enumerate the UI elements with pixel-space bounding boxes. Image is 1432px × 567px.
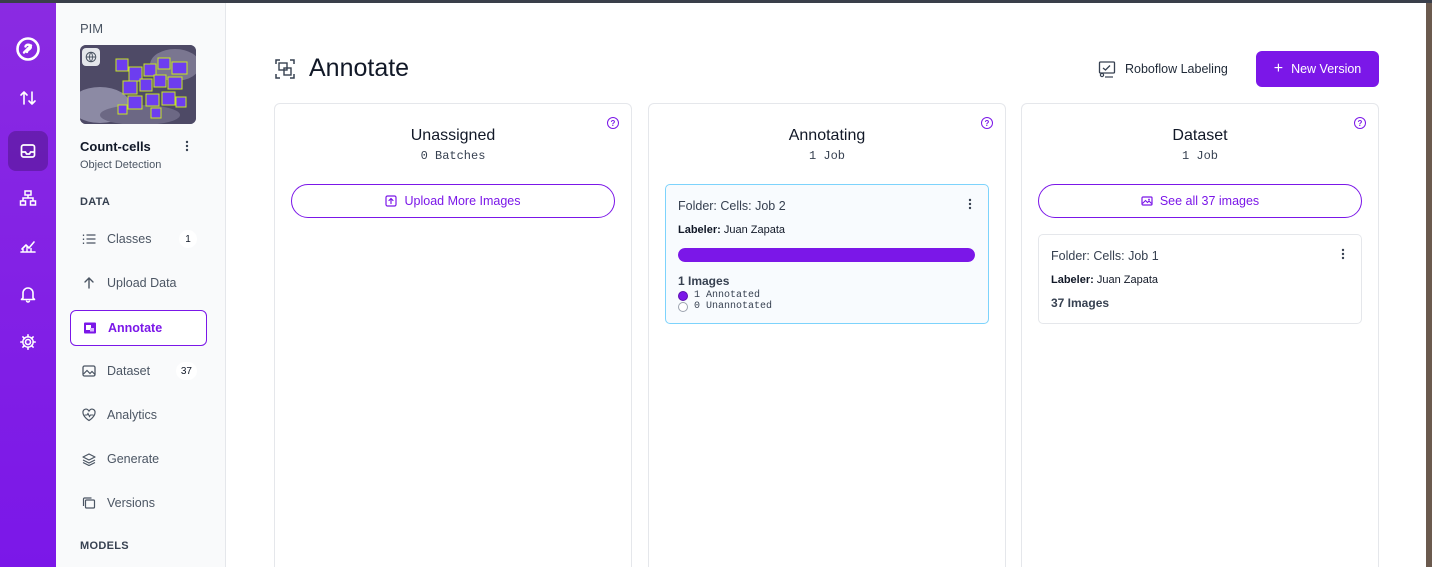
- upload-more-images-button[interactable]: Upload More Images: [291, 184, 615, 218]
- sidebar-item-label: Versions: [107, 496, 155, 510]
- job-menu-kebab-icon[interactable]: [1339, 247, 1347, 261]
- job-labeler: Labeler: Juan Zapata: [1051, 274, 1158, 286]
- classes-count-badge: 1: [179, 230, 197, 248]
- sidebar-item-label: Analytics: [107, 408, 158, 422]
- annotate-icon: [83, 321, 97, 335]
- unannotated-legend: 0 Unannotated: [678, 301, 772, 312]
- job-menu-kebab-icon[interactable]: [966, 197, 974, 211]
- globe-icon: [82, 48, 100, 66]
- project-menu-kebab-icon[interactable]: [180, 138, 194, 154]
- sidebar-item-label: Annotate: [108, 321, 163, 335]
- analytics-chart-icon[interactable]: [8, 226, 48, 266]
- roboflow-labeling-button[interactable]: Roboflow Labeling: [1098, 58, 1228, 80]
- page-header: Annotate: [275, 54, 409, 83]
- project-type: Object Detection: [80, 159, 162, 171]
- layers-icon: [82, 452, 96, 466]
- window-top-border: [0, 0, 1432, 3]
- sidebar-item-label: Upload Data: [107, 276, 177, 290]
- column-subtitle: 0 Batches: [420, 149, 486, 163]
- heart-pulse-icon: [82, 408, 96, 422]
- column-title: Annotating: [788, 127, 866, 144]
- job-image-count: 1 Images: [678, 274, 730, 288]
- job-card[interactable]: Folder: Cells: Job 1 Labeler: Juan Zapat…: [1038, 234, 1362, 324]
- job-labeler: Labeler: Juan Zapata: [678, 224, 785, 236]
- annotating-column: ? Annotating 1 Job Folder: Cells: Job 2 …: [648, 103, 1006, 567]
- sidebar-item-annotate[interactable]: Annotate: [70, 310, 207, 346]
- unannotated-count: 0 Unannotated: [694, 301, 773, 312]
- data-section-label: DATA: [80, 196, 111, 208]
- arrow-up-icon: [82, 276, 96, 290]
- main-content: Annotate Roboflow Labeling + New Version…: [227, 0, 1426, 567]
- workflow-icon[interactable]: [8, 178, 48, 218]
- sidebar-item-analytics[interactable]: Analytics: [70, 397, 207, 433]
- images-icon: [1141, 196, 1153, 206]
- annotated-dot-icon: [678, 290, 688, 301]
- transfer-arrows-icon[interactable]: [8, 78, 48, 118]
- inbox-projects-icon[interactable]: [8, 131, 48, 171]
- job-folder-name: Folder: Cells: Job 1: [1051, 249, 1159, 263]
- gear-icon[interactable]: [8, 322, 48, 362]
- column-title: Unassigned: [410, 127, 496, 144]
- job-progress-bar: [678, 248, 975, 262]
- icon-rail: [0, 0, 56, 567]
- job-image-count: 37 Images: [1051, 296, 1110, 310]
- sidebar-item-generate[interactable]: Generate: [70, 441, 207, 477]
- job-card[interactable]: Folder: Cells: Job 2 Labeler: Juan Zapat…: [665, 184, 989, 324]
- dataset-count-badge: 37: [175, 362, 197, 380]
- roboflow-logo-icon[interactable]: [8, 29, 48, 69]
- page-title: Annotate: [309, 54, 410, 82]
- list-icon: [82, 232, 96, 246]
- sidebar-item-upload-data[interactable]: Upload Data: [70, 265, 207, 301]
- new-version-button[interactable]: + New Version: [1256, 51, 1379, 87]
- sidebar-item-label: Dataset: [107, 364, 151, 378]
- versions-stack-icon: [82, 496, 96, 510]
- labeling-board-icon: [1098, 61, 1116, 78]
- unassigned-column: ? Unassigned 0 Batches Upload More Image…: [274, 103, 632, 567]
- annotated-legend: 1 Annotated: [678, 290, 760, 301]
- bell-icon[interactable]: [8, 274, 48, 314]
- sidebar-item-dataset[interactable]: Dataset 37: [70, 353, 207, 389]
- column-subtitle: 1 Job: [808, 149, 845, 163]
- sidebar-item-label: Classes: [107, 232, 152, 246]
- see-all-images-label: See all 37 images: [1159, 194, 1260, 208]
- column-title: Dataset: [1172, 127, 1228, 144]
- labeler-name: Juan Zapata: [1096, 274, 1159, 286]
- images-icon: [82, 364, 96, 378]
- labeler-prefix: Labeler:: [1051, 274, 1094, 286]
- roboflow-labeling-label: Roboflow Labeling: [1125, 62, 1228, 76]
- new-version-label: New Version: [1291, 62, 1362, 76]
- annotated-count: 1 Annotated: [694, 290, 761, 301]
- annotate-frame-icon: [275, 58, 295, 79]
- upload-more-images-label: Upload More Images: [404, 194, 521, 208]
- workspace-name[interactable]: PIM: [80, 21, 103, 36]
- project-sidebar: PIM Count-cells Object Detection DATA Cl…: [56, 0, 226, 567]
- job-folder-name: Folder: Cells: Job 2: [678, 199, 786, 213]
- labeler-name: Juan Zapata: [723, 224, 786, 236]
- job-progress-fill: [678, 248, 975, 262]
- app-window: PIM Count-cells Object Detection DATA Cl…: [0, 0, 1426, 567]
- column-subtitle: 1 Job: [1181, 149, 1218, 163]
- sidebar-item-label: Generate: [107, 452, 160, 466]
- see-all-images-button[interactable]: See all 37 images: [1038, 184, 1362, 218]
- plus-icon: +: [1273, 60, 1284, 77]
- unannotated-dot-icon: [678, 301, 688, 312]
- sidebar-item-versions[interactable]: Versions: [70, 485, 207, 521]
- models-section-label: MODELS: [80, 540, 129, 552]
- upload-icon: [385, 195, 398, 207]
- labeler-prefix: Labeler:: [678, 224, 721, 236]
- project-name: Count-cells: [80, 139, 151, 154]
- dataset-column: ? Dataset 1 Job See all 37 images Folder…: [1021, 103, 1379, 567]
- sidebar-item-classes[interactable]: Classes 1: [70, 221, 207, 257]
